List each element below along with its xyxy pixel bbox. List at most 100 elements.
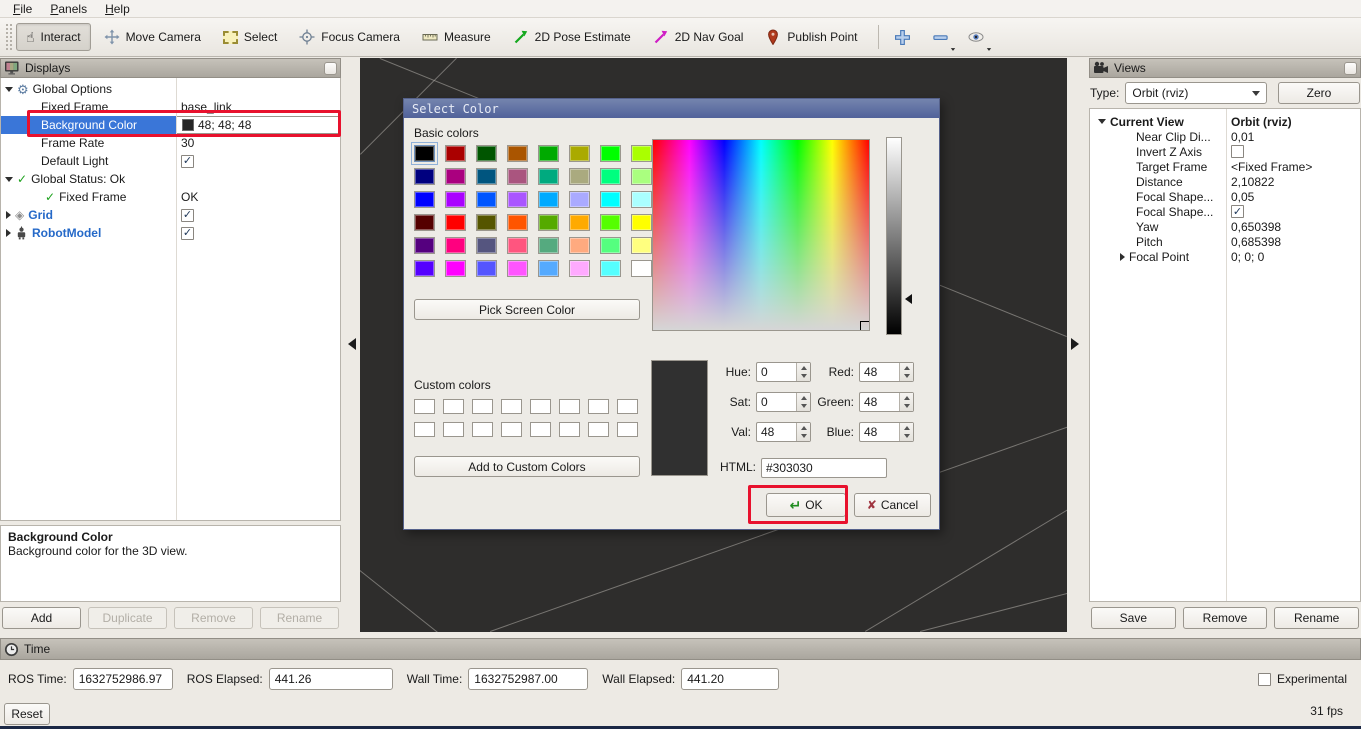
basic-color-swatch[interactable] xyxy=(414,191,435,208)
remove-view-button[interactable]: Remove xyxy=(1183,607,1268,629)
basic-color-swatch[interactable] xyxy=(538,214,559,231)
basic-color-swatch[interactable] xyxy=(507,260,528,277)
red-spinbox[interactable]: 48 xyxy=(859,362,914,382)
custom-color-swatch[interactable] xyxy=(588,422,609,437)
add-tool-button[interactable] xyxy=(887,23,917,51)
basic-color-swatch[interactable] xyxy=(600,191,621,208)
value-slider-arrow[interactable] xyxy=(905,294,912,304)
tool-2d-pose-estimate[interactable]: 2D Pose Estimate xyxy=(504,23,640,51)
basic-color-swatch[interactable] xyxy=(476,191,497,208)
spin-down-icon[interactable] xyxy=(904,404,910,408)
val-spinbox[interactable]: 48 xyxy=(756,422,811,442)
basic-color-swatch[interactable] xyxy=(631,260,652,277)
view-row-focal-point[interactable]: Focal Point 0; 0; 0 xyxy=(1090,249,1360,264)
row-value[interactable]: 0,05 xyxy=(1226,189,1360,204)
grid-enabled-checkbox[interactable] xyxy=(181,209,194,222)
reset-button[interactable]: Reset xyxy=(4,703,50,725)
display-row-global-options[interactable]: ⚙Global Options xyxy=(1,80,340,98)
basic-color-swatch[interactable] xyxy=(600,260,621,277)
basic-color-swatch[interactable] xyxy=(507,237,528,254)
tool-2d-nav-goal[interactable]: 2D Nav Goal xyxy=(644,23,753,51)
custom-color-swatch[interactable] xyxy=(472,399,493,414)
wall-elapsed-field[interactable]: 441.20 xyxy=(681,668,779,690)
expander-icon[interactable] xyxy=(6,211,11,219)
remove-display-button[interactable]: Remove xyxy=(174,607,253,629)
dialog-title-bar[interactable]: Select Color xyxy=(404,99,939,118)
custom-color-swatch[interactable] xyxy=(617,399,638,414)
spin-up-icon[interactable] xyxy=(801,396,807,400)
pick-screen-color-button[interactable]: Pick Screen Color xyxy=(414,299,640,320)
basic-color-swatch[interactable] xyxy=(569,237,590,254)
duplicate-display-button[interactable]: Duplicate xyxy=(88,607,167,629)
custom-color-swatch[interactable] xyxy=(443,399,464,414)
remove-tool-button[interactable] xyxy=(925,23,955,51)
custom-color-swatch[interactable] xyxy=(443,422,464,437)
view-row-invert-z[interactable]: Invert Z Axis xyxy=(1090,144,1360,159)
row-value[interactable]: 2,10822 xyxy=(1226,174,1360,189)
custom-color-swatch[interactable] xyxy=(559,422,580,437)
column-divider[interactable] xyxy=(176,78,177,520)
tool-visibility-button[interactable] xyxy=(961,23,991,51)
value-slider[interactable] xyxy=(886,137,902,335)
panel-float-button[interactable] xyxy=(1344,62,1357,75)
basic-color-swatch[interactable] xyxy=(569,214,590,231)
ros-time-field[interactable]: 1632752986.97 xyxy=(73,668,173,690)
basic-color-swatch[interactable] xyxy=(538,237,559,254)
basic-color-swatch[interactable] xyxy=(414,168,435,185)
tool-publish-point[interactable]: Publish Point xyxy=(756,23,866,51)
view-row-target-frame[interactable]: Target Frame <Fixed Frame> xyxy=(1090,159,1360,174)
invert-z-checkbox[interactable] xyxy=(1231,145,1244,158)
tool-select[interactable]: Select xyxy=(214,23,286,51)
displays-header[interactable]: Displays xyxy=(0,58,341,78)
basic-color-swatch[interactable] xyxy=(414,260,435,277)
sat-spinbox[interactable]: 0 xyxy=(756,392,811,412)
panel-float-button[interactable] xyxy=(324,62,337,75)
tool-move-camera[interactable]: Move Camera xyxy=(95,23,210,51)
basic-color-swatch[interactable] xyxy=(507,191,528,208)
view-row-focal-shape-size[interactable]: Focal Shape... 0,05 xyxy=(1090,189,1360,204)
custom-color-swatch[interactable] xyxy=(414,399,435,414)
custom-color-swatch[interactable] xyxy=(472,422,493,437)
custom-color-swatch[interactable] xyxy=(414,422,435,437)
spin-down-icon[interactable] xyxy=(801,374,807,378)
basic-color-swatch[interactable] xyxy=(414,145,435,162)
robotmodel-enabled-checkbox[interactable] xyxy=(181,227,194,240)
basic-color-swatch[interactable] xyxy=(569,260,590,277)
blue-spinbox[interactable]: 48 xyxy=(859,422,914,442)
row-value[interactable]: 0,685398 xyxy=(1226,234,1360,249)
custom-color-swatch[interactable] xyxy=(588,399,609,414)
default-light-checkbox[interactable] xyxy=(181,155,194,168)
display-row-grid[interactable]: ◈Grid xyxy=(1,206,340,224)
basic-color-swatch[interactable] xyxy=(600,145,621,162)
hue-spinbox[interactable]: 0 xyxy=(756,362,811,382)
spin-up-icon[interactable] xyxy=(904,426,910,430)
basic-color-swatch[interactable] xyxy=(507,168,528,185)
cancel-button[interactable]: ✘Cancel xyxy=(854,493,931,517)
basic-color-swatch[interactable] xyxy=(507,214,528,231)
green-spinbox[interactable]: 48 xyxy=(859,392,914,412)
spin-down-icon[interactable] xyxy=(801,404,807,408)
custom-color-swatch[interactable] xyxy=(559,399,580,414)
views-header[interactable]: Views xyxy=(1089,58,1361,78)
rename-display-button[interactable]: Rename xyxy=(260,607,339,629)
spin-up-icon[interactable] xyxy=(904,396,910,400)
wall-time-field[interactable]: 1632752987.00 xyxy=(468,668,588,690)
add-display-button[interactable]: Add xyxy=(2,607,81,629)
basic-color-swatch[interactable] xyxy=(538,191,559,208)
basic-color-swatch[interactable] xyxy=(445,260,466,277)
spin-down-icon[interactable] xyxy=(904,434,910,438)
experimental-checkbox[interactable] xyxy=(1258,673,1271,686)
basic-color-swatch[interactable] xyxy=(414,237,435,254)
view-row-near-clip[interactable]: Near Clip Di... 0,01 xyxy=(1090,129,1360,144)
spin-up-icon[interactable] xyxy=(801,426,807,430)
expander-icon[interactable] xyxy=(5,87,13,92)
zero-button[interactable]: Zero xyxy=(1278,82,1360,104)
basic-color-swatch[interactable] xyxy=(507,145,528,162)
basic-color-swatch[interactable] xyxy=(569,191,590,208)
menu-panels[interactable]: Panels xyxy=(41,1,96,17)
basic-color-swatch[interactable] xyxy=(476,214,497,231)
custom-color-swatch[interactable] xyxy=(501,399,522,414)
basic-color-swatch[interactable] xyxy=(600,237,621,254)
spin-up-icon[interactable] xyxy=(801,366,807,370)
display-row-robotmodel[interactable]: RobotModel xyxy=(1,224,340,242)
